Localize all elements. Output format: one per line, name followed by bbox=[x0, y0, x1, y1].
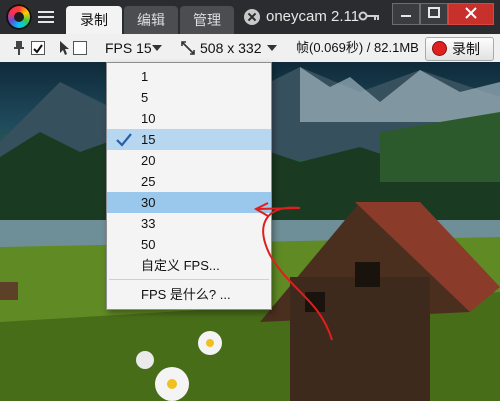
annotation-arrow bbox=[253, 202, 333, 341]
app-window: 录制 编辑 管理 oneycam 2.11 FPS 15 508 x 332 帧… bbox=[0, 0, 500, 401]
